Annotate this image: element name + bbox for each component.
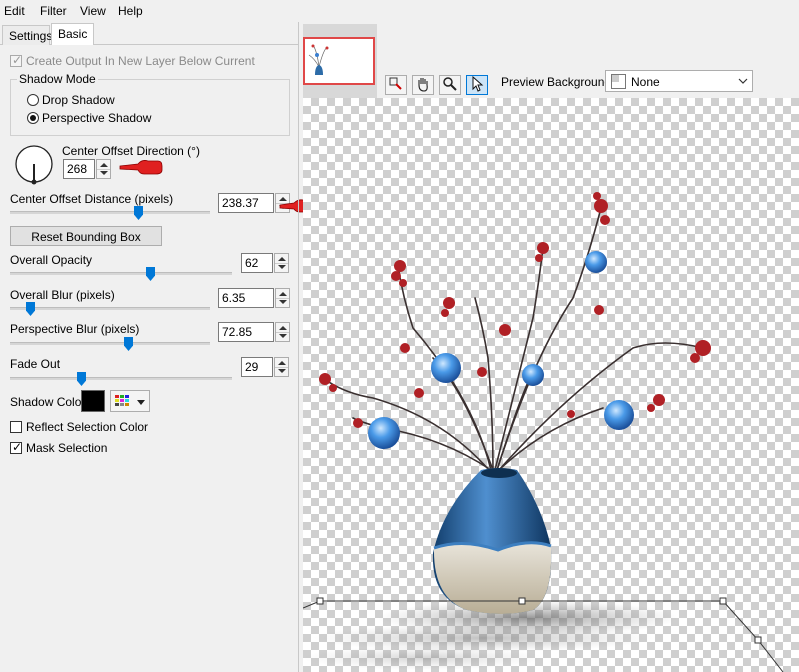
color-picker-button[interactable] xyxy=(110,390,150,412)
perspective-blur-spinner[interactable] xyxy=(275,322,290,342)
opacity-spinner[interactable] xyxy=(274,253,289,273)
tab-basic[interactable]: Basic xyxy=(51,23,94,45)
hand-icon xyxy=(418,78,428,92)
dropdown-arrow-icon xyxy=(137,400,145,405)
preview-background-value: None xyxy=(631,75,660,89)
blur-spinner[interactable] xyxy=(275,288,290,308)
perspective-blur-input[interactable]: 72.85 xyxy=(218,322,274,342)
overall-blur-label: Overall Blur (pixels) xyxy=(10,288,115,302)
zoom-fit-icon xyxy=(389,77,402,90)
opacity-input[interactable]: 62 xyxy=(241,253,273,273)
reset-bounding-box-button[interactable]: Reset Bounding Box xyxy=(10,226,162,246)
tab-settings[interactable]: Settings xyxy=(2,25,52,45)
reflect-selection-label: Reflect Selection Color xyxy=(26,420,149,434)
panel-divider xyxy=(298,22,299,672)
menu-bar: Edit Filter View Help xyxy=(0,0,799,22)
menu-filter[interactable]: Filter xyxy=(40,4,67,18)
shadow-mode-title: Shadow Mode xyxy=(17,72,98,86)
mask-selection-label: Mask Selection xyxy=(26,441,108,455)
zoom-fit-tool[interactable] xyxy=(385,75,407,95)
mask-selection-checkbox[interactable]: ✓ xyxy=(10,440,22,454)
perspective-shadow-label: Perspective Shadow xyxy=(42,111,152,125)
distance-input[interactable]: 238.37 xyxy=(218,193,274,213)
hand-tool[interactable] xyxy=(412,75,434,95)
center-offset-direction-label: Center Offset Direction (°) xyxy=(62,144,200,158)
create-output-label: Create Output In New Layer Below Current xyxy=(26,54,255,68)
magnifier-icon xyxy=(443,77,457,91)
fade-out-label: Fade Out xyxy=(10,357,61,371)
create-output-checkbox[interactable]: ✓ xyxy=(10,53,22,67)
center-offset-distance-label: Center Offset Distance (pixels) xyxy=(10,192,174,206)
direction-dial[interactable] xyxy=(14,144,54,186)
pointer-tool[interactable] xyxy=(466,75,488,95)
thumbnail-image xyxy=(308,44,329,75)
shadow-color-swatch[interactable] xyxy=(81,390,105,412)
distance-slider-track[interactable] xyxy=(10,211,210,214)
blur-slider-track[interactable] xyxy=(10,307,210,310)
opacity-slider-track[interactable] xyxy=(10,272,232,275)
fade-out-input[interactable]: 29 xyxy=(241,357,273,377)
vase-preview-image xyxy=(303,192,784,672)
preview-background-select[interactable]: None xyxy=(605,70,753,92)
navigator-thumbnail[interactable] xyxy=(303,37,375,85)
preview-background-label: Preview Background: xyxy=(501,75,615,89)
fade-out-slider-track[interactable] xyxy=(10,377,232,380)
menu-view[interactable]: View xyxy=(80,4,106,18)
reflect-selection-checkbox[interactable] xyxy=(10,421,22,433)
preview-canvas[interactable] xyxy=(303,98,799,672)
menu-edit[interactable]: Edit xyxy=(4,4,25,18)
shadow-color-label: Shadow Color xyxy=(10,395,86,409)
fade-out-spinner[interactable] xyxy=(274,357,289,377)
color-grid-icon xyxy=(115,395,129,406)
overall-opacity-label: Overall Opacity xyxy=(10,253,93,267)
drop-shadow-radio[interactable] xyxy=(27,94,39,106)
menu-help[interactable]: Help xyxy=(118,4,143,18)
chevron-down-icon xyxy=(738,78,748,84)
magnifier-tool[interactable] xyxy=(439,75,461,95)
direction-spinner[interactable] xyxy=(96,159,111,179)
shadow-mode-group xyxy=(10,79,290,136)
direction-input[interactable]: 268 xyxy=(63,159,95,179)
drop-shadow-label: Drop Shadow xyxy=(42,93,115,107)
perspective-blur-slider-track[interactable] xyxy=(10,342,210,345)
perspective-blur-label: Perspective Blur (pixels) xyxy=(10,322,140,336)
perspective-shadow-radio[interactable] xyxy=(27,112,39,124)
none-swatch-icon xyxy=(611,74,626,89)
blur-input[interactable]: 6.35 xyxy=(218,288,274,308)
pointer-icon xyxy=(472,75,484,92)
pointer-hand-icon xyxy=(119,160,163,175)
